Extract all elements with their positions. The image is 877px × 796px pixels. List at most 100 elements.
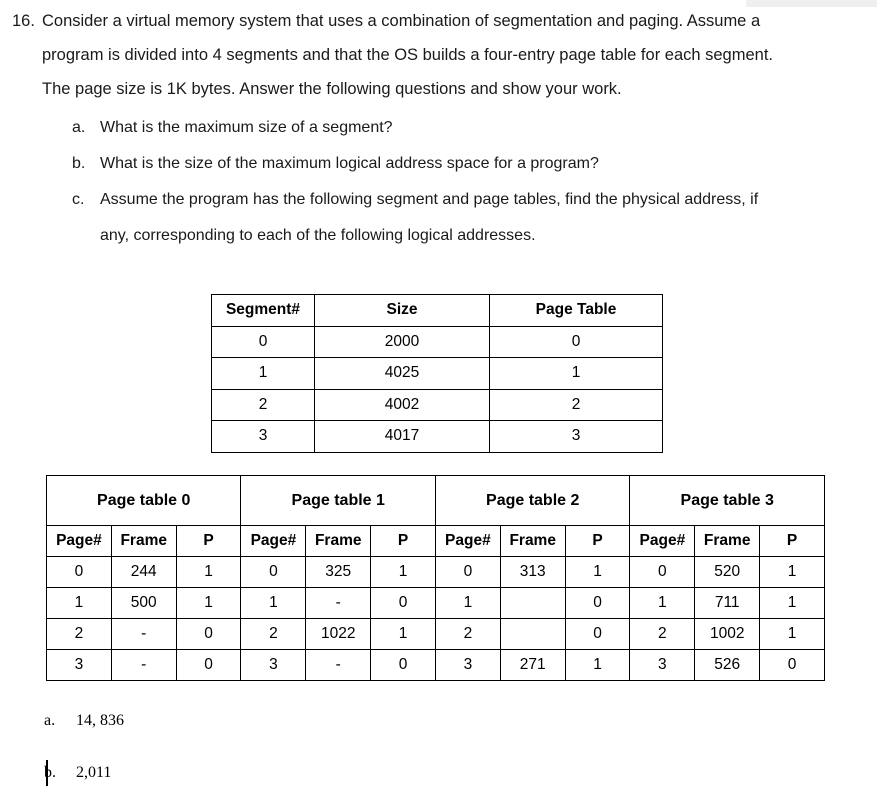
page-table-cell: 1 xyxy=(489,357,663,390)
subpart-c-text: Assume the program has the following seg… xyxy=(100,191,759,208)
answers-block: a. 14, 836 b. 2,011 xyxy=(44,708,344,786)
answer-a: a. 14, 836 xyxy=(44,708,344,734)
pt1-p-cell: 0 xyxy=(370,649,436,681)
subpart-a: a. What is the maximum size of a segment… xyxy=(72,110,864,146)
segment-table-header-size: Size xyxy=(314,294,490,327)
subpart-b-text: What is the size of the maximum logical … xyxy=(100,155,599,172)
pt3-p-cell: 1 xyxy=(759,556,825,588)
pt2-p-cell: 1 xyxy=(564,649,631,681)
pt1-page-cell: 1 xyxy=(240,587,307,619)
segment-table: Segment# Size Page Table 0 2000 0 1 4025… xyxy=(211,294,663,453)
segment-table-container: Segment# Size Page Table 0 2000 0 1 4025… xyxy=(211,294,663,453)
pt3-page-cell: 0 xyxy=(629,556,696,588)
pt1-frame-cell: - xyxy=(305,649,372,681)
pt3-frame-cell: 1002 xyxy=(694,618,761,650)
pt1-frame-cell: - xyxy=(305,587,372,619)
page-table-cell: 0 xyxy=(489,325,663,358)
pt0-p-cell: 0 xyxy=(175,649,242,681)
question-subparts: a. What is the maximum size of a segment… xyxy=(12,110,864,254)
subpart-b: b. What is the size of the maximum logic… xyxy=(72,146,864,182)
page-table-cell: 2 xyxy=(489,388,663,421)
pt2-frame-cell xyxy=(499,618,566,650)
table-row: 3 4017 3 xyxy=(211,420,663,453)
pt2-frame-cell: 313 xyxy=(499,556,566,588)
answer-b-value: 2,011 xyxy=(76,764,112,781)
pt2-page-cell: 1 xyxy=(434,587,501,619)
segment-table-header-row: Segment# Size Page Table xyxy=(211,294,663,327)
size-cell: 4002 xyxy=(314,388,490,421)
page-table-2-title: Page table 2 xyxy=(434,475,631,526)
page-table-0-header-frame: Frame xyxy=(110,525,177,557)
pt3-frame-cell: 711 xyxy=(694,587,761,619)
pt2-frame-cell: 271 xyxy=(499,649,566,681)
page-tables: Page table 0 Page table 1 Page table 2 P… xyxy=(45,475,825,681)
page-table-3-header-page: Page# xyxy=(629,525,696,557)
question-line-1: 16. Consider a virtual memory system tha… xyxy=(12,4,864,38)
question-text-line-3: The page size is 1K bytes. Answer the fo… xyxy=(42,80,622,98)
subpart-c-label: c. xyxy=(72,191,85,208)
page-table-2-header-page: Page# xyxy=(434,525,501,557)
segment-table-header-segment: Segment# xyxy=(211,294,315,327)
pt0-frame-cell: 500 xyxy=(110,587,177,619)
size-cell: 4017 xyxy=(314,420,490,453)
pt0-frame-cell: 244 xyxy=(110,556,177,588)
page-table-1-header-frame: Frame xyxy=(305,525,372,557)
pt0-page-cell: 3 xyxy=(46,649,112,681)
pt1-page-cell: 3 xyxy=(240,649,307,681)
subpart-b-label: b. xyxy=(72,155,86,172)
table-row: 3 - 0 3 - 0 3 271 1 3 526 0 xyxy=(46,649,825,681)
pt0-page-cell: 1 xyxy=(46,587,112,619)
pt0-frame-cell: - xyxy=(110,618,177,650)
pt2-p-cell: 0 xyxy=(564,587,631,619)
pt3-p-cell: 0 xyxy=(759,649,825,681)
pt1-page-cell: 0 xyxy=(240,556,307,588)
page-table-3-title: Page table 3 xyxy=(629,475,825,526)
page-tables-group-header-row: Page table 0 Page table 1 Page table 2 P… xyxy=(45,475,825,526)
answer-b: b. 2,011 xyxy=(44,760,344,786)
pt0-p-cell: 1 xyxy=(175,587,242,619)
page-table-0-header-p: P xyxy=(175,525,242,557)
page-table-3-header-p: P xyxy=(759,525,825,557)
pt2-page-cell: 3 xyxy=(434,649,501,681)
pt3-p-cell: 1 xyxy=(759,618,825,650)
table-row: 0 244 1 0 325 1 0 313 1 0 520 1 xyxy=(46,556,825,588)
page-table-cell: 3 xyxy=(489,420,663,453)
pt2-page-cell: 2 xyxy=(434,618,501,650)
size-cell: 2000 xyxy=(314,325,490,358)
pt2-p-cell: 1 xyxy=(564,556,631,588)
segment-cell: 3 xyxy=(211,420,315,453)
pt0-page-cell: 2 xyxy=(46,618,112,650)
size-cell: 4025 xyxy=(314,357,490,390)
page-table-1-title: Page table 1 xyxy=(240,475,436,526)
pt1-p-cell: 1 xyxy=(370,556,436,588)
pt3-page-cell: 1 xyxy=(629,587,696,619)
pt3-frame-cell: 520 xyxy=(694,556,761,588)
document-page: 16. Consider a virtual memory system tha… xyxy=(0,0,877,796)
answer-a-label: a. xyxy=(44,712,56,729)
question-text-line-2: program is divided into 4 segments and t… xyxy=(42,46,774,64)
text-cursor[interactable] xyxy=(46,760,48,786)
question-block: 16. Consider a virtual memory system tha… xyxy=(12,4,864,254)
segment-table-header-page-table: Page Table xyxy=(489,294,663,327)
page-table-3-header-frame: Frame xyxy=(694,525,761,557)
pt1-p-cell: 1 xyxy=(370,618,436,650)
table-row: 1 4025 1 xyxy=(211,357,663,390)
pt1-frame-cell: 325 xyxy=(305,556,372,588)
page-table-0-title: Page table 0 xyxy=(45,475,242,526)
pt3-p-cell: 1 xyxy=(759,587,825,619)
answer-a-value: 14, 836 xyxy=(76,712,124,729)
segment-cell: 0 xyxy=(211,325,315,358)
subpart-c: c. Assume the program has the following … xyxy=(72,182,864,218)
table-row: 2 4002 2 xyxy=(211,388,663,421)
subpart-a-label: a. xyxy=(72,119,86,136)
pt3-page-cell: 3 xyxy=(629,649,696,681)
pt2-page-cell: 0 xyxy=(434,556,501,588)
table-row: 1 500 1 1 - 0 1 0 1 711 1 xyxy=(46,587,825,619)
pt0-frame-cell: - xyxy=(110,649,177,681)
pt1-p-cell: 0 xyxy=(370,587,436,619)
pt3-frame-cell: 526 xyxy=(694,649,761,681)
pt1-page-cell: 2 xyxy=(240,618,307,650)
subpart-a-text: What is the maximum size of a segment? xyxy=(100,119,393,136)
page-table-0-header-page: Page# xyxy=(46,525,112,557)
answer-gap xyxy=(44,734,344,786)
